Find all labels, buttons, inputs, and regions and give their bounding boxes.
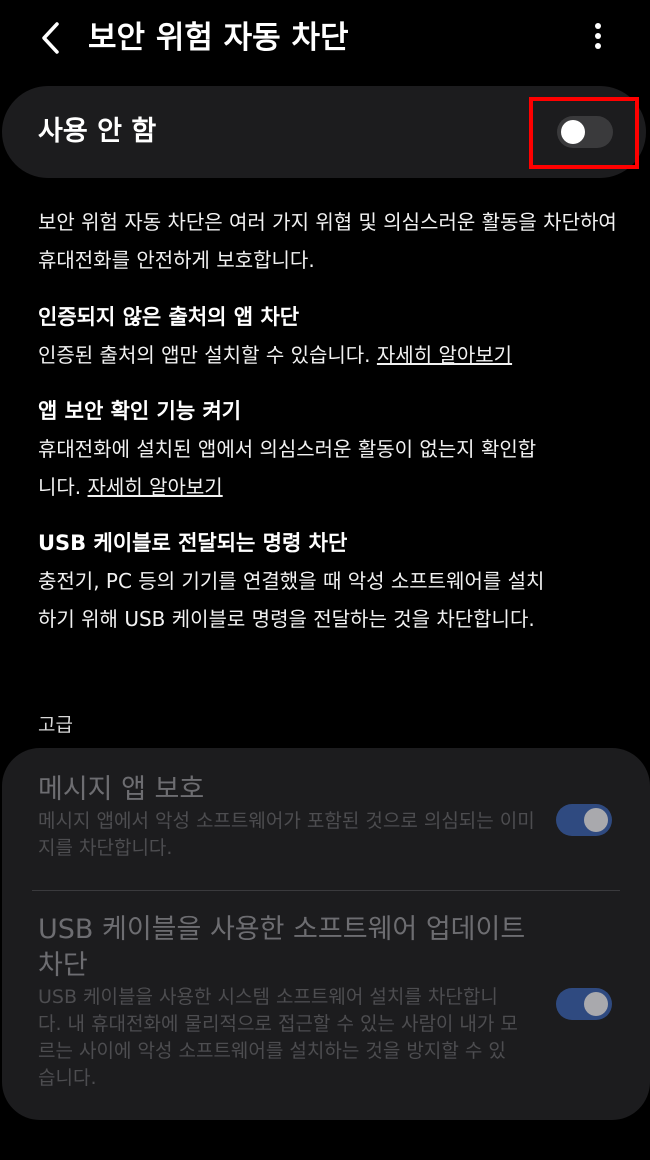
master-switch-row[interactable]: 사용 안 함 (2, 86, 646, 178)
learn-more-link[interactable]: 자세히 알아보기 (377, 343, 512, 367)
master-switch-label: 사용 안 함 (38, 116, 157, 147)
feature-description: 보안 위험 자동 차단은 여러 가지 위협 및 의심스러운 활동을 차단하여 휴… (38, 210, 617, 272)
feature-body: 휴대전화에 설치된 앱에서 의심스러운 활동이 없는지 확인합니다. 자세히 알… (38, 430, 538, 506)
toggle-knob (584, 808, 608, 832)
setting-title: USB 케이블을 사용한 소프트웨어 업데이트 차단 (38, 914, 526, 981)
advanced-settings-card: 메시지 앱 보호 메시지 앱에서 악성 소프트웨어가 포함된 것으로 의심되는 … (2, 748, 650, 1120)
feature-body: 충전기, PC 등의 기기를 연결했을 때 악성 소프트웨어를 설치하기 위해 … (38, 569, 545, 631)
setting-subtitle: USB 케이블을 사용한 시스템 소프트웨어 설치를 차단합니다. 내 휴대전화… (38, 986, 518, 1089)
feature-body-text: 인증된 출처의 앱만 설치할 수 있습니다. (38, 343, 371, 367)
feature-title: 인증되지 않은 출처의 앱 차단 (38, 305, 300, 329)
master-toggle[interactable] (557, 116, 613, 148)
feature-block-app-security-check: 앱 보안 확인 기능 켜기 휴대전화에 설치된 앱에서 의심스러운 활동이 없는… (38, 392, 618, 506)
feature-body: 인증된 출처의 앱만 설치할 수 있습니다. 자세히 알아보기 (38, 336, 618, 374)
more-vertical-icon (595, 23, 601, 49)
message-app-protection-toggle[interactable] (556, 804, 612, 836)
feature-block-unknown-sources: 인증되지 않은 출처의 앱 차단 인증된 출처의 앱만 설치할 수 있습니다. … (38, 298, 618, 374)
app-header: 보안 위험 자동 차단 (0, 0, 650, 76)
toggle-knob (561, 120, 585, 144)
message-app-protection-item[interactable]: 메시지 앱 보호 메시지 앱에서 악성 소프트웨어가 포함된 것으로 의심되는 … (38, 772, 538, 862)
learn-more-link[interactable]: 자세히 알아보기 (88, 475, 223, 499)
usb-software-update-block-toggle[interactable] (556, 988, 612, 1020)
section-header-advanced: 고급 (38, 714, 73, 736)
setting-title: 메시지 앱 보호 (38, 774, 205, 805)
usb-software-update-block-item[interactable]: USB 케이블을 사용한 소프트웨어 업데이트 차단 USB 케이블을 사용한 … (38, 912, 534, 1092)
feature-title: USB 케이블로 전달되는 명령 차단 (38, 531, 348, 555)
more-options-button[interactable] (578, 16, 618, 56)
toggle-knob (584, 992, 608, 1016)
back-button[interactable] (30, 18, 70, 58)
page-title: 보안 위험 자동 차단 (88, 20, 349, 56)
feature-title: 앱 보안 확인 기능 켜기 (38, 399, 242, 423)
feature-block-usb-commands: USB 케이블로 전달되는 명령 차단 충전기, PC 등의 기기를 연결했을 … (38, 524, 618, 638)
chevron-left-icon (42, 22, 59, 54)
divider (32, 890, 620, 891)
setting-subtitle: 메시지 앱에서 악성 소프트웨어가 포함된 것으로 의심되는 이미지를 차단합니… (38, 810, 535, 859)
